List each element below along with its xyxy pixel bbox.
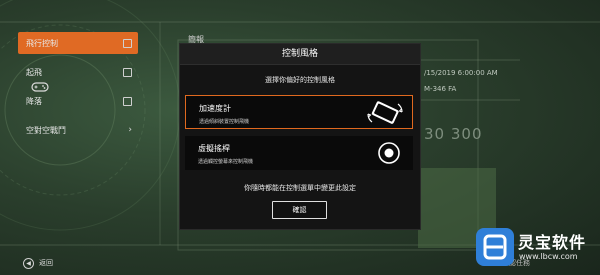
watermark-text: 灵宝软件 xyxy=(518,233,587,252)
confirm-button[interactable]: 確認 xyxy=(272,201,327,219)
watermark-logo-icon xyxy=(483,234,507,260)
back-icon[interactable]: ◀ xyxy=(23,258,34,269)
watermark-logo xyxy=(476,228,514,266)
mission-date: /15/2019 6:00:00 AM xyxy=(424,69,498,77)
menu-item-label: 空對空戰鬥 xyxy=(26,125,66,135)
checkbox-icon xyxy=(123,67,132,77)
option-description: 透過傾斜裝置控制飛機 xyxy=(199,119,250,125)
checkbox-icon xyxy=(123,96,132,106)
chevron-right-icon: › xyxy=(128,125,132,135)
watermark-url: www.lbcw.com xyxy=(519,252,578,261)
menu-item-flight-control[interactable]: 飛行控制 xyxy=(18,32,138,54)
dialog-title: 控制風格 xyxy=(180,44,420,65)
joystick-icon xyxy=(378,142,400,164)
dialog-footer-note: 你隨時都能在控制選單中變更此設定 xyxy=(244,184,356,192)
option-virtual-joystick[interactable]: 虛擬搖桿 透過觸控螢幕來控制飛機 xyxy=(185,136,413,170)
option-title: 加速度計 xyxy=(199,104,231,113)
gamepad-icon xyxy=(31,82,49,92)
menu-item-label: 飛行控制 xyxy=(26,38,58,48)
checkbox-icon xyxy=(123,38,132,48)
option-accelerometer[interactable]: 加速度計 透過傾斜裝置控制飛機 xyxy=(185,95,413,129)
hud-number: 30 300 xyxy=(424,125,483,143)
option-description: 透過觸控螢幕來控制飛機 xyxy=(198,159,254,165)
control-style-dialog: 控制風格 選擇你偏好的控制風格 加速度計 透過傾斜裝置控制飛機 虛擬搖桿 透過觸… xyxy=(180,44,420,229)
menu-item-takeoff[interactable]: 起飛 xyxy=(18,61,138,83)
menu-item-label: 起飛 xyxy=(26,67,42,77)
option-title: 虛擬搖桿 xyxy=(198,144,230,153)
menu-item-air-combat[interactable]: 空對空戰鬥 › xyxy=(18,119,138,141)
menu-item-label: 降落 xyxy=(26,96,42,106)
back-button-label[interactable]: 返回 xyxy=(39,258,53,268)
device-tilt-icon xyxy=(367,101,403,124)
aircraft-code: M-346 FA xyxy=(424,85,457,93)
menu-item-landing[interactable]: 降落 xyxy=(18,90,138,112)
dialog-subtitle: 選擇你偏好的控制風格 xyxy=(265,76,335,84)
